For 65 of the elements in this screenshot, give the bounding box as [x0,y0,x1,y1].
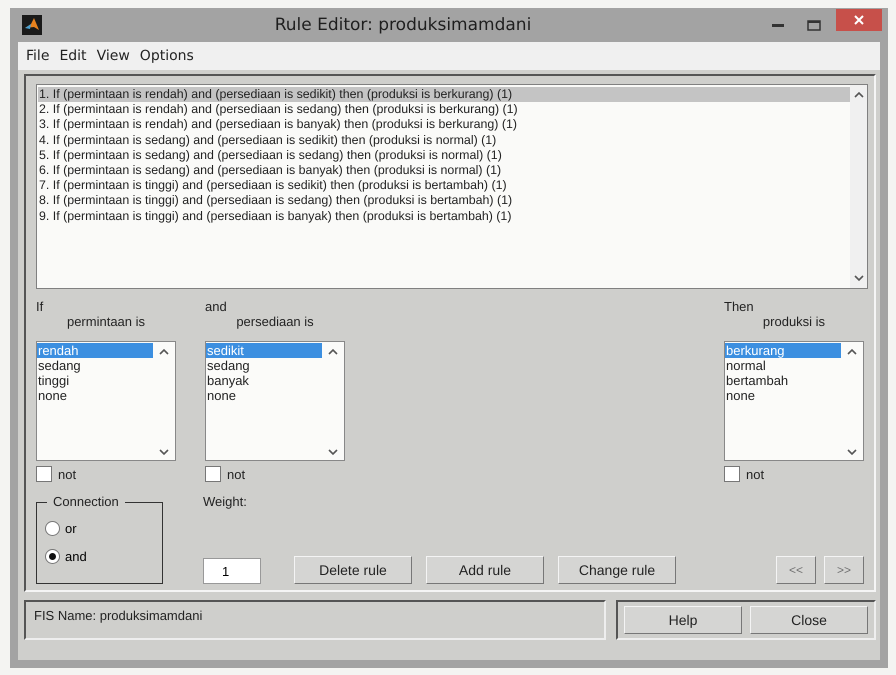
variable-label: produksi is [762,314,826,330]
rule-item[interactable]: 8. If (permintaan is tinggi) and (persediaan is sedang) then (produksi is bertambah) (1) [38,193,850,209]
menu-item[interactable]: View [96,48,130,64]
scroll-up-icon[interactable] [328,348,338,355]
menu-item[interactable]: File [26,48,50,64]
rule-item[interactable]: 9. If (permintaan is tinggi) and (persediaan is banyak) then (produksi is bertambah) (1) [38,208,850,224]
footer-button[interactable]: Close [750,606,868,634]
scroll-up-icon[interactable] [159,348,169,355]
radio-icon[interactable] [45,548,60,564]
weight-label: Weight: [203,494,248,509]
checkbox-label: not [58,466,76,482]
footer-button[interactable]: Help [624,606,742,634]
scroll-down-icon[interactable] [328,449,338,456]
rule-button[interactable]: Delete rule [294,556,412,584]
variable-label: persediaan is [235,314,315,330]
window-title: Rule Editor: produksimamdani [274,15,532,35]
rule-list[interactable] [36,84,868,289]
checkbox-label: not [227,466,246,482]
scroll-down-icon[interactable] [159,449,169,456]
membership-list[interactable]: berkurang normal bertambah none [724,341,864,461]
clause-label: Then [724,299,755,314]
list-item[interactable]: sedang [37,358,153,373]
status-text: FIS Name: produksimamdani [24,600,606,640]
radio-option[interactable]: or [45,517,162,539]
rule-button[interactable]: Change rule [558,556,676,584]
maximize-icon[interactable] [807,20,821,30]
close-icon[interactable] [854,15,864,25]
list-item[interactable]: normal [725,358,841,373]
rule-item[interactable]: 2. If (permintaan is rendah) and (persediaan is sedang) then (produksi is berkurang) (1) [38,102,850,118]
list-item[interactable]: none [725,388,841,403]
rule-item[interactable]: 3. If (permintaan is rendah) and (persediaan is banyak) then (produksi is berkurang) (1) [38,117,850,133]
rule-item[interactable]: 5. If (permintaan is sedang) and (persediaan is sedang) then (produksi is normal) (1) [38,148,850,164]
close-button[interactable] [836,9,882,31]
list-item[interactable]: banyak [206,373,322,388]
checkbox-label: not [746,466,764,482]
list-item[interactable]: bertambah [725,373,841,388]
clause-label: and [205,299,228,314]
scroll-down-icon[interactable] [847,449,857,456]
list-item[interactable]: tinggi [37,373,153,388]
list-item[interactable]: none [206,388,322,403]
rule-item[interactable]: 1. If (permintaan is rendah) and (persediaan is sedikit) then (produksi is berkurang) (1) [38,87,850,102]
not-checkbox[interactable] [205,466,221,482]
membership-list[interactable]: rendah sedang tinggi none [36,341,176,461]
rule-item[interactable]: 7. If (permintaan is tinggi) and (persediaan is sedikit) then (produksi is bertambah) (1) [38,178,850,194]
rule-item[interactable]: 6. If (permintaan is sedang) and (persediaan is banyak) then (produksi is normal) (1) [38,163,850,178]
variable-label: permintaan is [66,314,146,330]
rule-button[interactable]: Add rule [426,556,544,584]
radio-option[interactable]: and [45,545,162,567]
membership-list[interactable]: sedikit sedang banyak none [205,341,345,461]
minimize-icon[interactable] [772,24,784,26]
menu-item[interactable]: Edit [59,48,87,64]
rule-item[interactable]: 4. If (permintaan is sedang) and (persediaan is sedikit) then (produksi is normal) (1) [38,132,850,148]
clause-label: If [36,299,44,314]
radio-icon[interactable] [45,520,60,536]
list-item[interactable]: none [37,388,153,403]
scroll-down-icon[interactable] [854,275,864,282]
not-checkbox[interactable] [36,466,52,482]
scroll-up-icon[interactable] [854,91,864,98]
menu-item[interactable]: Options [140,48,194,64]
group-title: Connection [47,494,125,509]
scroll-up-icon[interactable] [847,348,857,355]
not-checkbox[interactable] [724,466,740,482]
weight-field[interactable]: 1 [203,558,261,584]
list-item[interactable]: sedang [206,358,322,373]
app-logo-icon [22,15,42,35]
